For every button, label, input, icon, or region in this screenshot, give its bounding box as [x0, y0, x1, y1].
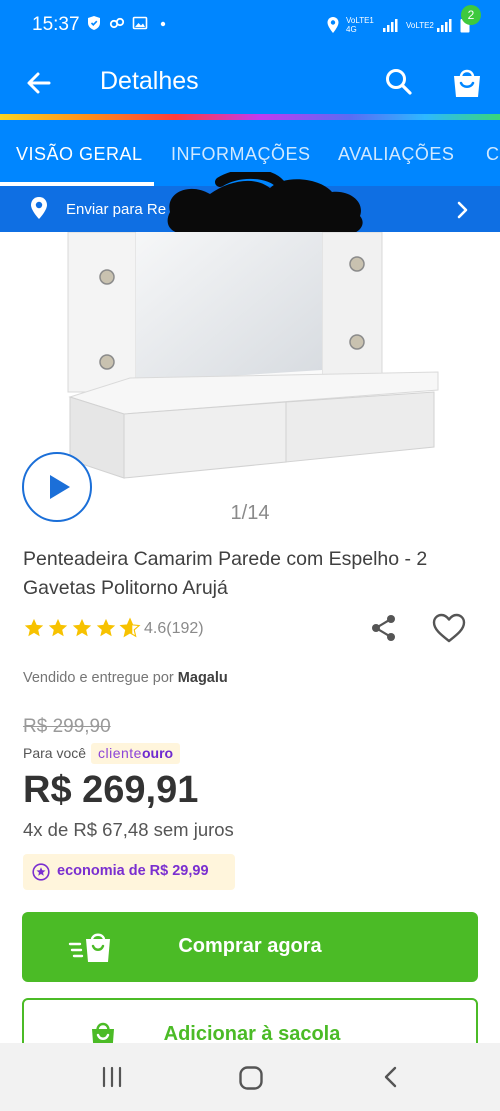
- signal-icon: [383, 19, 398, 32]
- seller-prefix: Vendido e entregue por: [23, 670, 174, 686]
- image-counter: 1/14: [230, 502, 270, 524]
- heart-icon[interactable]: [430, 610, 468, 646]
- star-icon: [72, 618, 92, 637]
- gallery-icon: [132, 16, 148, 30]
- buy-now-label: Comprar agora: [178, 935, 322, 957]
- shipping-label: Enviar para Re: [66, 201, 167, 218]
- dot-icon: [160, 21, 166, 27]
- signal-icon-2: [437, 19, 452, 32]
- shield-icon: [88, 16, 100, 30]
- product-image[interactable]: [0, 232, 500, 492]
- system-nav-bar: [0, 1043, 500, 1111]
- product-title: Penteadeira Camarim Parede com Espelho -…: [23, 548, 428, 599]
- half-star-icon: [119, 617, 141, 638]
- location-pin-icon: [31, 197, 47, 219]
- savings-badge: economia de R$ 29,99: [23, 854, 235, 890]
- share-icon[interactable]: [368, 612, 400, 644]
- status-notifications: [86, 15, 171, 31]
- app-bar: Detalhes: [0, 50, 500, 114]
- search-icon[interactable]: [382, 65, 416, 99]
- home-icon[interactable]: [238, 1065, 264, 1091]
- sim1-label: VoLTE1 4G: [346, 16, 374, 34]
- buy-now-button[interactable]: Comprar agora: [22, 912, 478, 982]
- seller-name[interactable]: Magalu: [178, 670, 228, 686]
- link-icon: [109, 17, 125, 29]
- status-system-icons: VoLTE1 4G VoLTE2: [326, 16, 470, 34]
- savings-text: economia de R$ 29,99: [57, 863, 209, 879]
- star-icon: [96, 618, 116, 637]
- old-price: R$ 299,90: [23, 716, 111, 737]
- location-icon: [327, 17, 339, 33]
- tab-more[interactable]: C: [486, 144, 500, 165]
- club-cliente-text: cliente: [98, 745, 142, 761]
- tab-informacoes[interactable]: INFORMAÇÕES: [171, 144, 311, 165]
- status-time: 15:37: [32, 14, 80, 35]
- recent-apps-icon[interactable]: [100, 1065, 124, 1089]
- current-price: R$ 269,91: [23, 769, 199, 811]
- installments-info: 4x de R$ 67,48 sem juros: [23, 819, 234, 840]
- back-arrow-icon[interactable]: [22, 66, 56, 100]
- cart-count-badge: 2: [461, 5, 481, 25]
- sim2-label: VoLTE2: [406, 20, 434, 30]
- tab-visao-geral[interactable]: VISÃO GERAL: [16, 144, 143, 165]
- tab-avaliacoes[interactable]: AVALIAÇÕES: [338, 144, 454, 165]
- para-voce-label: Para você: [23, 745, 87, 761]
- chevron-right-icon[interactable]: [452, 200, 472, 220]
- seller-info: Vendido e entregue por Magalu: [23, 670, 228, 686]
- back-icon[interactable]: [381, 1065, 401, 1089]
- shopping-bag-icon[interactable]: [450, 64, 484, 100]
- cliente-ouro-badge: clienteouro: [91, 743, 181, 764]
- rating-summary[interactable]: 4.6(192): [144, 620, 204, 638]
- club-ouro-text: ouro: [141, 745, 174, 761]
- rating-stars: [23, 617, 141, 639]
- star-circle-icon: [32, 863, 50, 881]
- status-bar: 15:37 VoLTE1 4G VoLTE2: [0, 0, 500, 50]
- star-icon: [48, 618, 68, 637]
- star-icon: [24, 618, 44, 637]
- page-title: Detalhes: [100, 67, 199, 95]
